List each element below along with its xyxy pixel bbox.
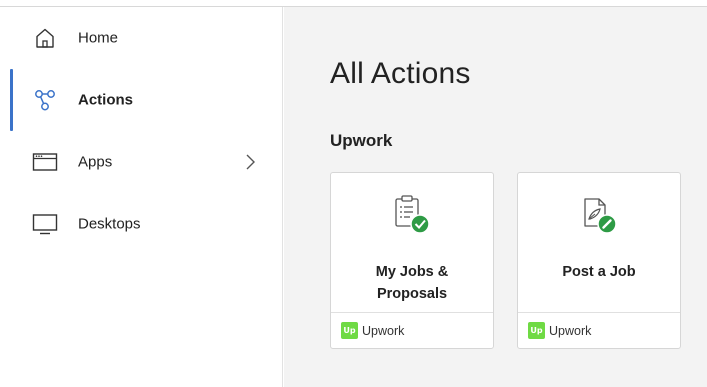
card-title-line: Post a Job: [562, 264, 636, 280]
sidebar-item-label: Desktops: [78, 215, 141, 233]
clipboard-check-icon: [388, 191, 436, 239]
card-footer-label: Upwork: [549, 323, 592, 338]
sidebar-item-apps[interactable]: Apps: [0, 138, 282, 186]
chevron-right-icon: [243, 153, 257, 171]
page-title: All Actions: [330, 57, 471, 90]
card-footer: Up Upwork: [518, 312, 680, 348]
sidebar-item-label: Actions: [78, 91, 134, 109]
section-title: Upwork: [330, 131, 393, 150]
sidebar-item-desktops[interactable]: Desktops: [0, 200, 282, 248]
card-title-line: My Jobs &: [375, 264, 449, 280]
sidebar-item-label: Apps: [78, 153, 113, 171]
card-footer: Up Upwork: [331, 312, 493, 348]
action-card-my-jobs[interactable]: My Jobs & Proposals Up Upwork: [330, 172, 494, 349]
upwork-logo-icon: Up: [528, 322, 545, 339]
sidebar-item-actions[interactable]: Actions: [0, 76, 282, 124]
actions-icon: [32, 87, 58, 113]
home-icon: [32, 25, 58, 51]
card-title: My Jobs & Proposals: [339, 261, 485, 305]
card-footer-label: Upwork: [362, 323, 405, 338]
apps-icon: [32, 149, 58, 175]
sidebar-item-home[interactable]: Home: [0, 14, 282, 62]
desktop-icon: [32, 211, 58, 237]
card-title: Post a Job: [526, 261, 672, 283]
sidebar: Home Actions Apps Desktops: [0, 7, 283, 387]
card-title-line: Proposals: [376, 286, 448, 302]
upwork-logo-icon: Up: [341, 322, 358, 339]
action-card-post-job[interactable]: Post a Job Up Upwork: [517, 172, 681, 349]
main-content: All Actions Upwork My Jobs & Proposals U…: [284, 7, 707, 387]
document-edit-icon: [575, 191, 623, 239]
sidebar-item-label: Home: [78, 29, 119, 47]
